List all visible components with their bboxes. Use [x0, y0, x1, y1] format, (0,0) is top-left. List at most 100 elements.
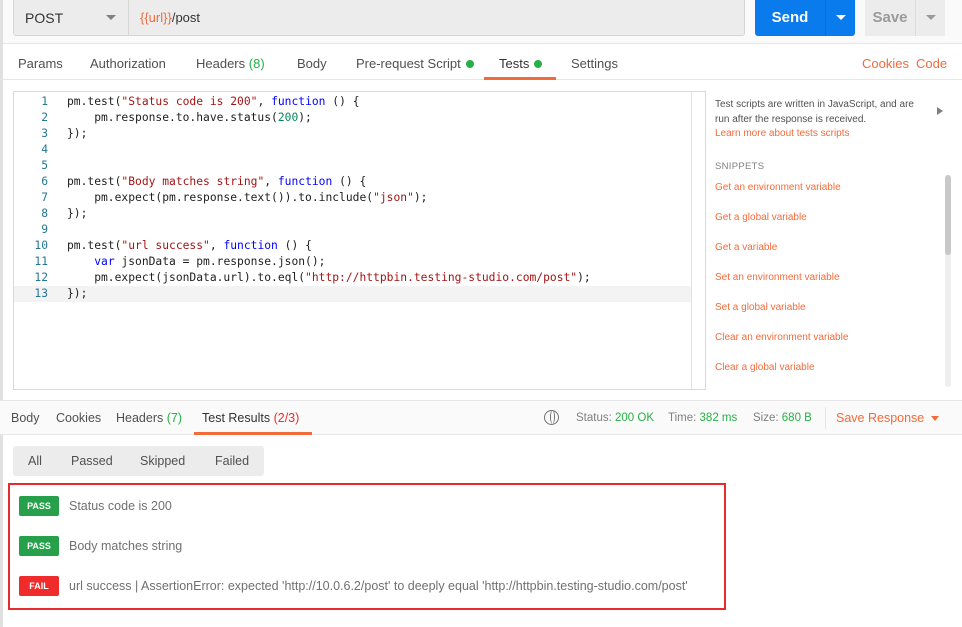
tab-response-cookies[interactable]: Cookies [56, 411, 101, 425]
tab-response-headers[interactable]: Headers (7) [116, 411, 182, 425]
active-tab-indicator [484, 77, 556, 80]
code-line[interactable]: 3}); [14, 126, 691, 142]
snippets-heading: SNIPPETS [715, 161, 765, 172]
tab-test-results[interactable]: Test Results (2/3) [202, 411, 299, 425]
editor-scroll-gutter [691, 92, 692, 389]
url-variable: {{url}} [140, 10, 172, 25]
tab-tests[interactable]: Tests [499, 56, 543, 71]
code-line[interactable]: 11 var jsonData = pm.response.json(); [14, 254, 691, 270]
code-text: }); [67, 207, 88, 220]
filter-failed[interactable]: Failed [215, 454, 249, 468]
save-response-button[interactable]: Save Response [836, 411, 940, 425]
tab-body[interactable]: Body [297, 56, 327, 71]
line-number: 1 [41, 95, 48, 108]
filter-skipped[interactable]: Skipped [140, 454, 185, 468]
tab-pre-request-script[interactable]: Pre-request Script [356, 56, 474, 71]
url-path: /post [171, 10, 201, 25]
code-line[interactable]: 6 pm.test("Body matches string", function… [14, 174, 691, 190]
line-number: 8 [41, 207, 48, 220]
snippet-link[interactable]: Get a global variable [715, 212, 807, 223]
code-line[interactable]: 12 pm.expect(jsonData.url).to.eql("http:… [14, 270, 691, 286]
status-dot-icon [465, 60, 474, 68]
tab-settings[interactable]: Settings [571, 56, 618, 71]
filter-all[interactable]: All [28, 454, 42, 468]
send-dropdown-button[interactable] [825, 0, 855, 36]
tests-help-text: Test scripts are written in JavaScript, … [715, 99, 914, 125]
fail-badge: FAIL [19, 576, 59, 596]
code-line[interactable]: 9 [14, 222, 691, 238]
line-number: 9 [41, 223, 48, 236]
code-text: pm.expect(pm.response.text()).to.include… [67, 191, 428, 204]
status-dot-icon [534, 60, 543, 68]
snippet-link[interactable]: Clear a global variable [715, 362, 815, 373]
tab-label: Headers [116, 411, 164, 425]
line-number: 4 [41, 143, 48, 156]
tab-params[interactable]: Params [18, 56, 63, 71]
collapse-panel-icon[interactable] [937, 107, 943, 115]
tab-response-body[interactable]: Body [11, 411, 40, 425]
headers-count: (7) [166, 411, 183, 425]
code-line[interactable]: 10 pm.test("url success", function () { [14, 238, 691, 254]
time-value: 382 ms [699, 412, 738, 424]
code-line[interactable]: 13}); [14, 286, 691, 302]
tab-label: Test Results [202, 411, 271, 425]
tab-authorization[interactable]: Authorization [90, 56, 166, 71]
globe-lock-icon[interactable] [544, 410, 559, 425]
divider [825, 407, 826, 429]
code-line[interactable]: 2 pm.response.to.have.status(200); [14, 110, 691, 126]
method-select[interactable]: POST [13, 0, 129, 36]
line-number: 2 [41, 111, 48, 124]
snippet-link[interactable]: Set a global variable [715, 302, 806, 313]
code-link[interactable]: Code [916, 56, 947, 71]
test-results-list: PASS Status code is 200 PASS Body matche… [8, 483, 726, 610]
test-results-count: (2/3) [273, 411, 300, 425]
code-editor[interactable]: 1 pm.test("Status code is 200", function … [13, 91, 706, 390]
url-input[interactable]: {{url}}/post [129, 0, 745, 36]
snippet-link[interactable]: Set an environment variable [715, 272, 840, 283]
pass-badge: PASS [19, 536, 59, 556]
tab-headers[interactable]: Headers (8) [196, 56, 265, 71]
save-dropdown-button[interactable] [915, 0, 945, 36]
code-line[interactable]: 1 pm.test("Status code is 200", function … [14, 94, 691, 110]
size-readout: Size: 680 B [753, 412, 812, 424]
cookies-link[interactable]: Cookies [862, 56, 909, 71]
tab-label: Settings [571, 56, 618, 71]
line-number: 6 [41, 175, 48, 188]
chevron-down-icon [926, 15, 936, 20]
line-number: 5 [41, 159, 48, 172]
code-line[interactable]: 5 [14, 158, 691, 174]
send-button[interactable]: Send [755, 0, 825, 36]
headers-count: (8) [248, 56, 265, 71]
tab-label: Tests [499, 56, 530, 71]
code-line[interactable]: 4 [14, 142, 691, 158]
tab-label: Body [297, 56, 327, 71]
snippets-scrollbar-thumb[interactable] [945, 175, 951, 255]
line-number: 12 [34, 271, 48, 284]
method-value: POST [25, 10, 64, 26]
save-response-label: Save Response [836, 411, 925, 425]
code-text: }); [67, 127, 88, 140]
status-label: Status: [576, 412, 612, 424]
code-text: pm.test("Body matches string", function … [67, 175, 367, 188]
line-number: 11 [34, 255, 48, 268]
filter-passed[interactable]: Passed [71, 454, 113, 468]
size-label: Size: [753, 412, 779, 424]
snippet-link[interactable]: Get a variable [715, 242, 777, 253]
snippet-link[interactable]: Get an environment variable [715, 182, 841, 193]
save-button[interactable]: Save [865, 0, 915, 36]
code-line[interactable]: 7 pm.expect(pm.response.text()).to.inclu… [14, 190, 691, 206]
time-readout: Time: 382 ms [668, 412, 737, 424]
time-label: Time: [668, 412, 697, 424]
code-text: pm.response.to.have.status(200); [67, 111, 312, 124]
code-line[interactable]: 8}); [14, 206, 691, 222]
status-value: 200 OK [615, 412, 655, 424]
size-value: 680 B [781, 412, 812, 424]
tab-label: Pre-request Script [356, 56, 461, 71]
code-text: pm.test("Status code is 200", function (… [67, 95, 360, 108]
learn-more-link[interactable]: Learn more about tests scripts [715, 128, 850, 139]
code-text: pm.test("url success", function () { [67, 239, 312, 252]
test-result-text: url success | AssertionError: expected '… [69, 579, 688, 593]
line-number: 3 [41, 127, 48, 140]
snippet-link[interactable]: Clear an environment variable [715, 332, 848, 343]
active-tab-indicator [194, 432, 312, 435]
